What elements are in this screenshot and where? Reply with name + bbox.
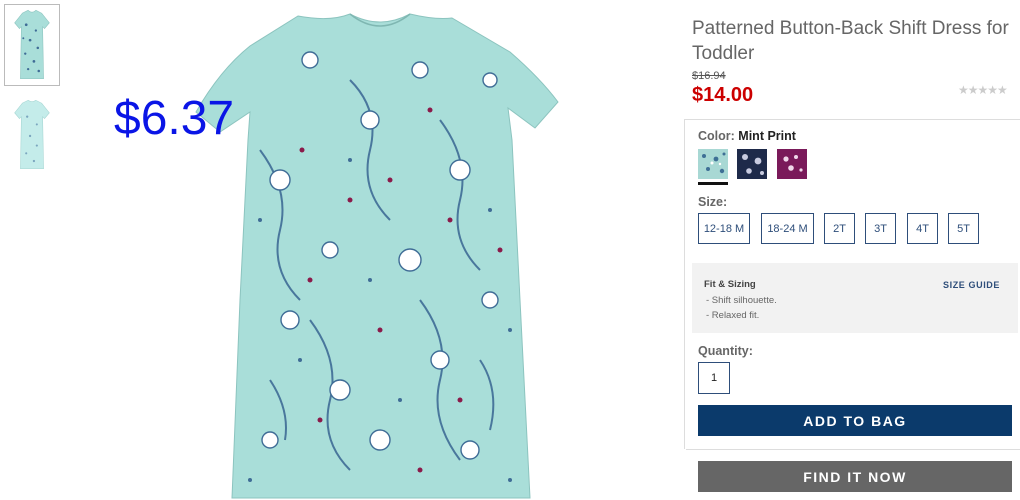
fit-detail-line: - Relaxed fit.: [706, 310, 760, 321]
product-main-image: [190, 0, 570, 500]
size-option-5t[interactable]: 5T: [948, 213, 979, 244]
rating-stars[interactable]: ★★★★★: [958, 83, 1008, 97]
thumbnail-front[interactable]: [4, 4, 60, 86]
size-label: Size:: [698, 195, 728, 209]
section-divider: [686, 449, 1020, 450]
size-option-3t[interactable]: 3T: [865, 213, 896, 244]
sale-price: $14.00: [692, 84, 754, 106]
color-label: Color: Mint Print: [698, 129, 796, 143]
quantity-label: Quantity:: [698, 344, 753, 358]
mint-print-swatch-image: [698, 149, 728, 179]
size-option-4t[interactable]: 4T: [907, 213, 938, 244]
add-to-bag-button[interactable]: ADD TO BAG: [698, 405, 1012, 436]
size-option-2t[interactable]: 2T: [824, 213, 855, 244]
color-swatch-mint-print[interactable]: [698, 149, 728, 179]
fit-sizing-box: Fit & Sizing SIZE GUIDE - Shift silhouet…: [692, 263, 1018, 333]
purple-print-swatch-image: [777, 149, 807, 179]
color-swatch-navy-print[interactable]: [737, 149, 767, 179]
size-option-12-18m[interactable]: 12-18 M: [698, 213, 750, 244]
size-guide-link[interactable]: SIZE GUIDE: [943, 280, 1000, 290]
quantity-input[interactable]: [698, 362, 730, 394]
size-option-18-24m[interactable]: 18-24 M: [761, 213, 814, 244]
overlay-price-annotation: $6.37: [114, 92, 235, 145]
selected-color-name: Mint Print: [738, 129, 796, 143]
find-it-now-button[interactable]: FIND IT NOW: [698, 461, 1012, 492]
fit-detail-line: - Shift silhouette.: [706, 295, 777, 306]
navy-print-swatch-image: [737, 149, 767, 179]
original-price: $16.94: [692, 70, 726, 82]
dress-back-thumbnail-image: [14, 99, 50, 170]
thumbnail-back[interactable]: [4, 94, 60, 176]
selected-swatch-indicator: [698, 182, 728, 185]
color-label-text: Color:: [698, 129, 735, 143]
color-swatch-purple-print[interactable]: [777, 149, 807, 179]
fit-sizing-title: Fit & Sizing: [704, 279, 756, 290]
product-title: Patterned Button-Back Shift Dress for To…: [692, 18, 1009, 64]
dress-illustration: [195, 13, 559, 499]
dress-front-thumbnail-image: [14, 9, 50, 80]
